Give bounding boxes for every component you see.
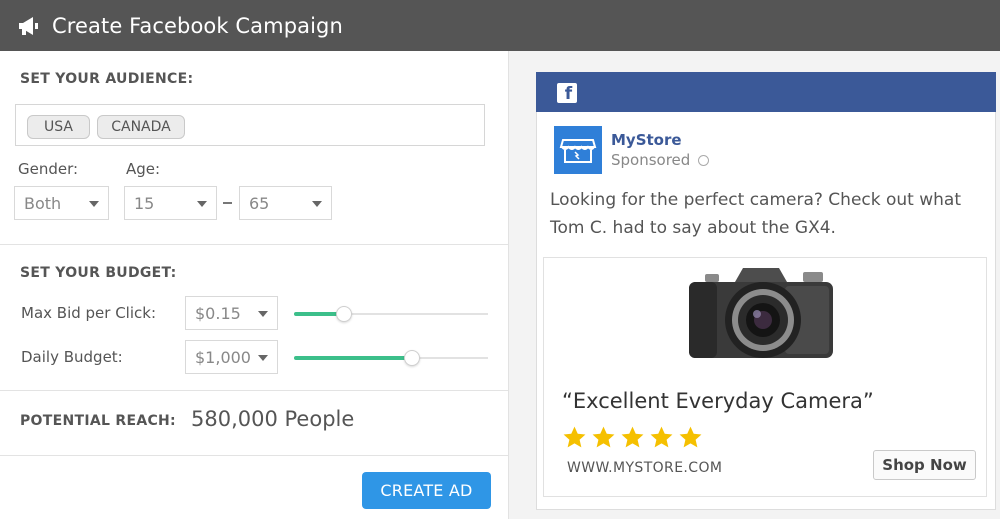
max-bid-value: $0.15 — [195, 303, 241, 323]
star-icon — [650, 426, 673, 448]
daily-budget-label: Daily Budget: — [21, 348, 123, 366]
chevron-down-icon — [258, 355, 268, 361]
ad-post-text: Looking for the perfect camera? Check ou… — [550, 190, 962, 238]
star-rating — [562, 425, 703, 450]
globe-icon — [698, 155, 709, 166]
camera-image — [689, 268, 833, 358]
store-avatar — [554, 126, 602, 174]
daily-budget-value: $1,000 — [195, 347, 251, 367]
location-tag-input[interactable]: USA CANADA — [15, 104, 485, 146]
chevron-down-icon — [197, 201, 207, 207]
range-dash — [223, 202, 232, 204]
sponsored-label: Sponsored — [611, 151, 691, 169]
title-bar: Create Facebook Campaign — [0, 0, 1000, 51]
facebook-header-bar — [536, 72, 996, 112]
ad-headline: “Excellent Everyday Camera” — [562, 389, 874, 413]
megaphone-icon — [19, 16, 38, 35]
facebook-icon: f — [557, 83, 577, 103]
ad-url: WWW.MYSTORE.COM — [567, 460, 723, 476]
gender-select-value: Both — [24, 193, 62, 213]
gender-select[interactable]: Both — [14, 186, 109, 220]
age-label: Age: — [126, 160, 161, 178]
gender-label: Gender: — [18, 160, 79, 178]
age-max-value: 65 — [249, 193, 270, 213]
max-bid-slider[interactable] — [294, 306, 488, 322]
star-icon — [679, 426, 702, 448]
shop-now-button[interactable]: Shop Now — [873, 450, 976, 480]
age-min-select[interactable]: 15 — [124, 186, 217, 220]
chevron-down-icon — [89, 201, 99, 207]
location-tag[interactable]: USA — [27, 115, 90, 139]
potential-reach-label: POTENTIAL REACH: — [20, 413, 176, 429]
create-ad-button[interactable]: CREATE AD — [362, 472, 491, 509]
storefront-icon — [559, 139, 597, 163]
age-min-value: 15 — [134, 193, 155, 213]
slider-handle[interactable] — [336, 306, 352, 322]
max-bid-select[interactable]: $0.15 — [185, 296, 278, 330]
max-bid-label: Max Bid per Click: — [21, 304, 157, 322]
location-tag[interactable]: CANADA — [97, 115, 185, 139]
daily-budget-slider[interactable] — [294, 350, 488, 366]
star-icon — [563, 426, 586, 448]
daily-budget-select[interactable]: $1,000 — [185, 340, 278, 374]
slider-fill — [294, 356, 412, 360]
page-title: Create Facebook Campaign — [52, 13, 343, 38]
potential-reach-value: 580,000 People — [191, 407, 355, 431]
audience-section-label: SET YOUR AUDIENCE: — [20, 71, 194, 87]
star-icon — [621, 426, 644, 448]
store-name-link[interactable]: MyStore — [611, 131, 682, 149]
chevron-down-icon — [258, 311, 268, 317]
section-divider — [0, 244, 508, 245]
star-icon — [592, 426, 615, 448]
section-divider — [0, 390, 508, 391]
age-max-select[interactable]: 65 — [239, 186, 332, 220]
budget-section-label: SET YOUR BUDGET: — [20, 265, 177, 281]
section-divider — [0, 455, 508, 456]
slider-handle[interactable] — [404, 350, 420, 366]
chevron-down-icon — [312, 201, 322, 207]
